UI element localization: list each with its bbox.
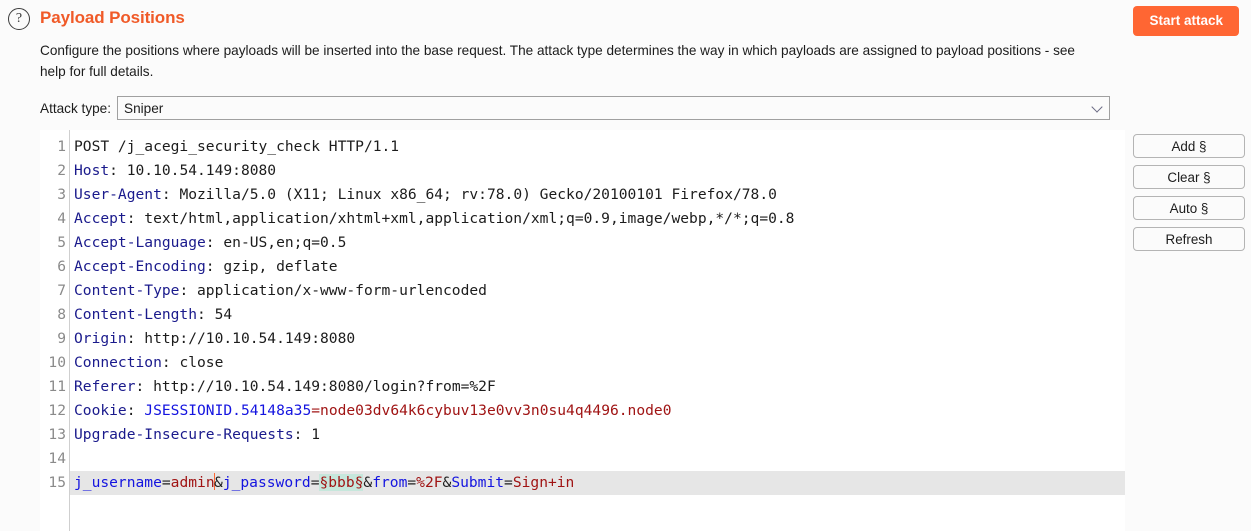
code-line: Referer: http://10.10.54.149:8080/login?… (74, 378, 496, 395)
line-number: 2 (57, 162, 66, 179)
line-number: 13 (48, 426, 66, 443)
code-line: Cookie: JSESSIONID.54148a35=node03dv64k6… (74, 402, 672, 419)
chevron-down-icon (1091, 101, 1103, 113)
code-line: User-Agent: Mozilla/5.0 (X11; Linux x86_… (74, 186, 777, 203)
code-line-body: j_username=admin&j_password=§bbb§&from=%… (70, 471, 1125, 495)
line-number: 14 (48, 450, 66, 467)
code-line: Content-Length: 54 (74, 306, 233, 323)
request-editor[interactable]: 1 2 3 4 5 6 7 8 9 10 11 12 13 14 15 POST /j_acegi_secu… (40, 130, 1125, 531)
start-attack-button[interactable]: Start attack (1133, 6, 1239, 36)
question-mark-circle-icon[interactable]: ? (8, 8, 30, 30)
code-line: Host: 10.10.54.149:8080 (74, 162, 277, 179)
line-number: 15 (48, 474, 66, 491)
clear-marker-button[interactable]: Clear § (1133, 165, 1245, 189)
add-marker-button[interactable]: Add § (1133, 134, 1245, 158)
line-number: 9 (57, 330, 66, 347)
line-number: 7 (57, 282, 66, 299)
attack-type-row: Attack type: Sniper (40, 96, 1251, 120)
marker-button-group: Add § Clear § Auto § Refresh (1133, 134, 1245, 251)
line-number: 4 (57, 210, 66, 227)
line-number-gutter: 1 2 3 4 5 6 7 8 9 10 11 12 13 14 15 (40, 130, 70, 531)
line-number: 3 (57, 186, 66, 203)
code-line: Connection: close (74, 354, 224, 371)
attack-type-select[interactable]: Sniper (117, 96, 1111, 120)
line-number: 5 (57, 234, 66, 251)
panel-description: Configure the positions where payloads w… (40, 43, 1075, 79)
payload-position-marker[interactable]: §bbb§ (319, 474, 364, 491)
panel-header: ? Payload Positions Start attack (0, 0, 1251, 36)
code-line: Accept-Encoding: gzip, deflate (74, 258, 338, 275)
line-number: 12 (48, 402, 66, 419)
code-line: Upgrade-Insecure-Requests: 1 (74, 426, 321, 443)
attack-type-label: Attack type: (40, 100, 112, 116)
page-title: Payload Positions (40, 8, 185, 27)
line-number: 8 (57, 306, 66, 323)
line-number: 11 (48, 378, 66, 395)
payload-positions-panel: ? Payload Positions Start attack Configu… (0, 0, 1251, 531)
code-line: Content-Type: application/x-www-form-url… (74, 282, 487, 299)
refresh-button[interactable]: Refresh (1133, 227, 1245, 251)
code-line: Accept: text/html,application/xhtml+xml,… (74, 210, 795, 227)
auto-marker-button[interactable]: Auto § (1133, 196, 1245, 220)
attack-type-selected-value: Sniper (124, 100, 164, 116)
request-code[interactable]: POST /j_acegi_security_check HTTP/1.1 Hos… (70, 130, 1125, 531)
code-line: Origin: http://10.10.54.149:8080 (74, 330, 356, 347)
line-number: 10 (48, 354, 66, 371)
line-number: 1 (57, 138, 66, 155)
line-number: 6 (57, 258, 66, 275)
code-line: POST /j_acegi_security_check HTTP/1.1 (74, 138, 400, 155)
code-line: Accept-Language: en-US,en;q=0.5 (74, 234, 347, 251)
